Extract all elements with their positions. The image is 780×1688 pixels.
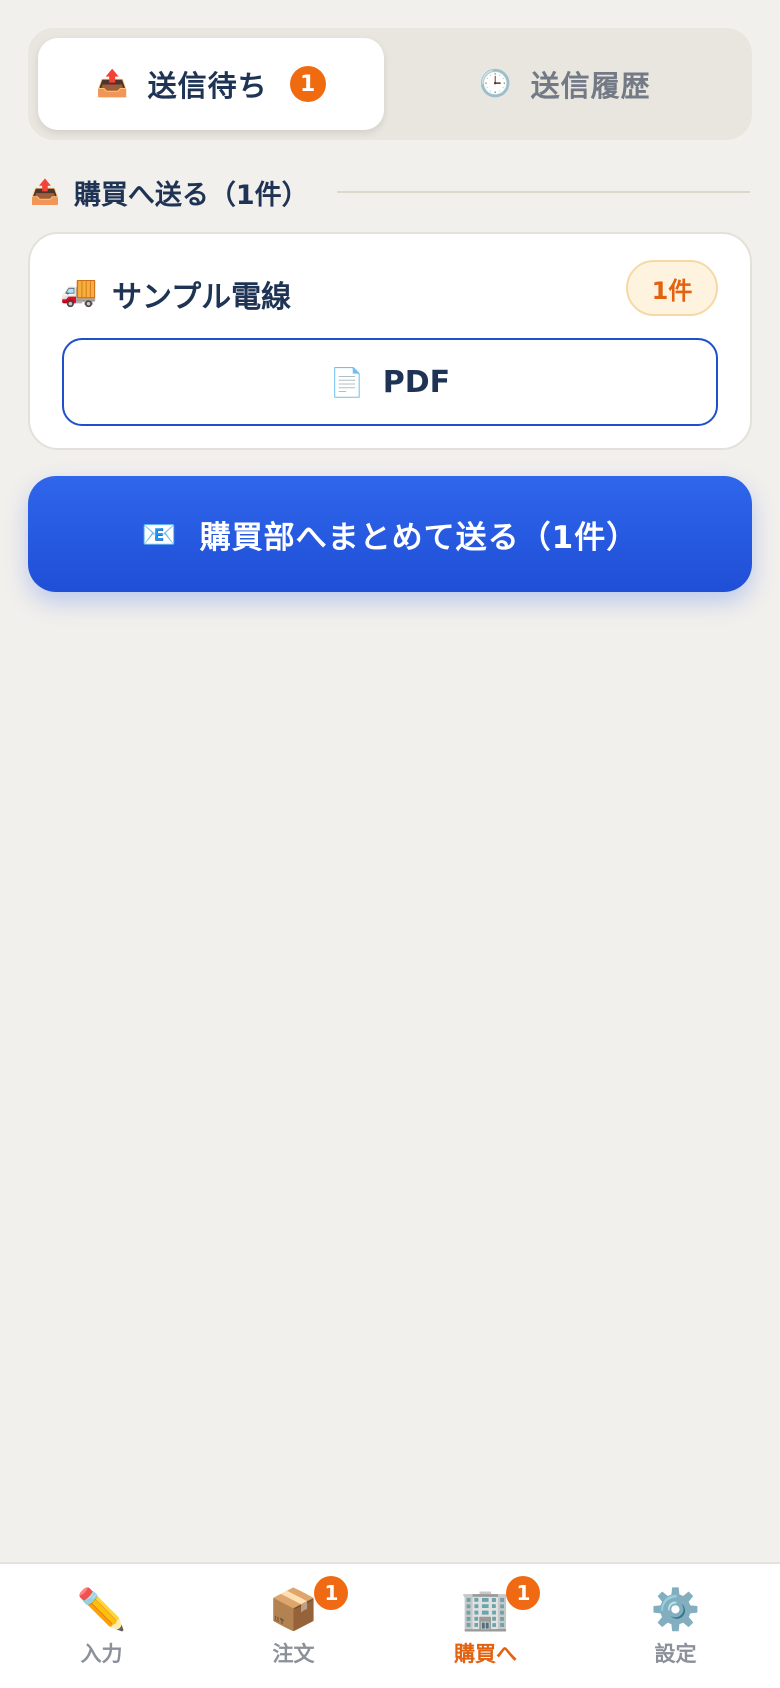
send-tabs: 📤 送信待ち 1 🕒 送信履歴: [28, 28, 752, 140]
clock-icon: 🕒: [479, 69, 513, 99]
outbox-tray-icon: 📤: [30, 178, 60, 206]
send-all-button-label: 購買部へまとめて送る（1件）: [199, 519, 639, 556]
nav-label-purchasing: 購買へ: [454, 1642, 517, 1666]
supplier-card: 🚚 サンプル電線 1件 📄 PDF: [28, 232, 752, 450]
tab-pending[interactable]: 📤 送信待ち 1: [38, 38, 384, 130]
gear-icon: ⚙️: [651, 1588, 701, 1632]
nav-label-input: 入力: [80, 1642, 123, 1666]
envelope-icon: 📧: [141, 517, 178, 551]
pencil-icon: ✏️: [77, 1588, 127, 1632]
pending-count-badge: 1: [289, 66, 326, 102]
outbox-tray-icon: 📤: [96, 69, 130, 99]
tab-history-label: 送信履歴: [530, 69, 651, 103]
item-count-badge: 1件: [626, 260, 718, 316]
section-header: 📤 購買へ送る（1件）: [30, 170, 750, 214]
nav-item-purchasing[interactable]: 🏢 1 購買へ: [388, 1564, 583, 1688]
delivery-truck-icon: 🚚: [60, 274, 98, 309]
nav-label-orders: 注文: [272, 1642, 315, 1666]
section-divider: [336, 191, 750, 193]
nav-item-input[interactable]: ✏️ 入力: [4, 1564, 199, 1688]
gear-glyph: ⚙️: [650, 1587, 701, 1633]
package-icon: 📦 1: [268, 1576, 349, 1633]
section-title: 購買へ送る（1件）: [73, 179, 309, 211]
document-icon: 📄: [329, 365, 365, 399]
office-building-icon: 🏢 1: [460, 1576, 541, 1633]
building-glyph: 🏢: [460, 1587, 511, 1633]
package-glyph: 📦: [268, 1587, 319, 1633]
nav-label-settings: 設定: [654, 1642, 697, 1666]
orders-badge: 1: [314, 1576, 349, 1610]
tab-history[interactable]: 🕒 送信履歴: [392, 38, 738, 130]
nav-item-settings[interactable]: ⚙️ 設定: [578, 1564, 773, 1688]
pencil-glyph: ✏️: [76, 1587, 127, 1633]
send-all-button[interactable]: 📧 購買部へまとめて送る（1件）: [28, 476, 752, 592]
bottom-nav: ✏️ 入力 📦 1 注文 🏢 1 購買へ ⚙️ 設定: [0, 1562, 780, 1688]
supplier-name: サンプル電線: [112, 280, 292, 315]
pdf-button[interactable]: 📄 PDF: [62, 338, 718, 426]
purchasing-badge: 1: [506, 1576, 541, 1610]
tab-pending-label: 送信待ち: [147, 69, 268, 103]
purchase-send-screen: 📤 送信待ち 1 🕒 送信履歴 📤 購買へ送る（1件） 🚚 サンプル電線 1件 …: [0, 0, 780, 1688]
pdf-button-label: PDF: [382, 364, 451, 400]
nav-item-orders[interactable]: 📦 1 注文: [196, 1564, 391, 1688]
